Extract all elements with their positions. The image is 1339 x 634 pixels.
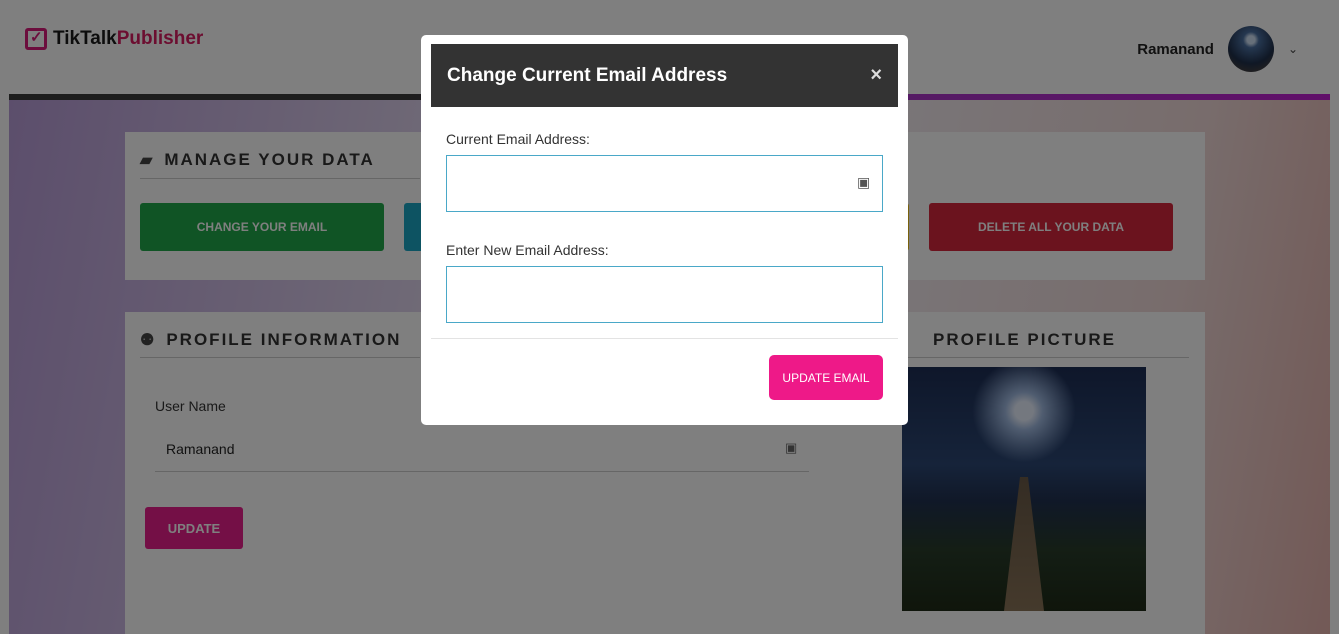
change-email-modal: Change Current Email Address × Current E…	[421, 35, 908, 425]
close-icon[interactable]: ×	[870, 64, 882, 87]
modal-title: Change Current Email Address	[447, 64, 728, 86]
modal-header: Change Current Email Address ×	[431, 44, 898, 107]
update-email-button[interactable]: UPDATE EMAIL	[769, 355, 883, 400]
new-email-field[interactable]	[446, 266, 883, 323]
current-email-field[interactable]	[446, 155, 883, 212]
modal-divider	[431, 338, 898, 339]
new-email-label: Enter New Email Address:	[446, 242, 609, 258]
current-email-label: Current Email Address:	[446, 131, 590, 147]
autofill-key-icon[interactable]: ▣	[857, 174, 870, 191]
